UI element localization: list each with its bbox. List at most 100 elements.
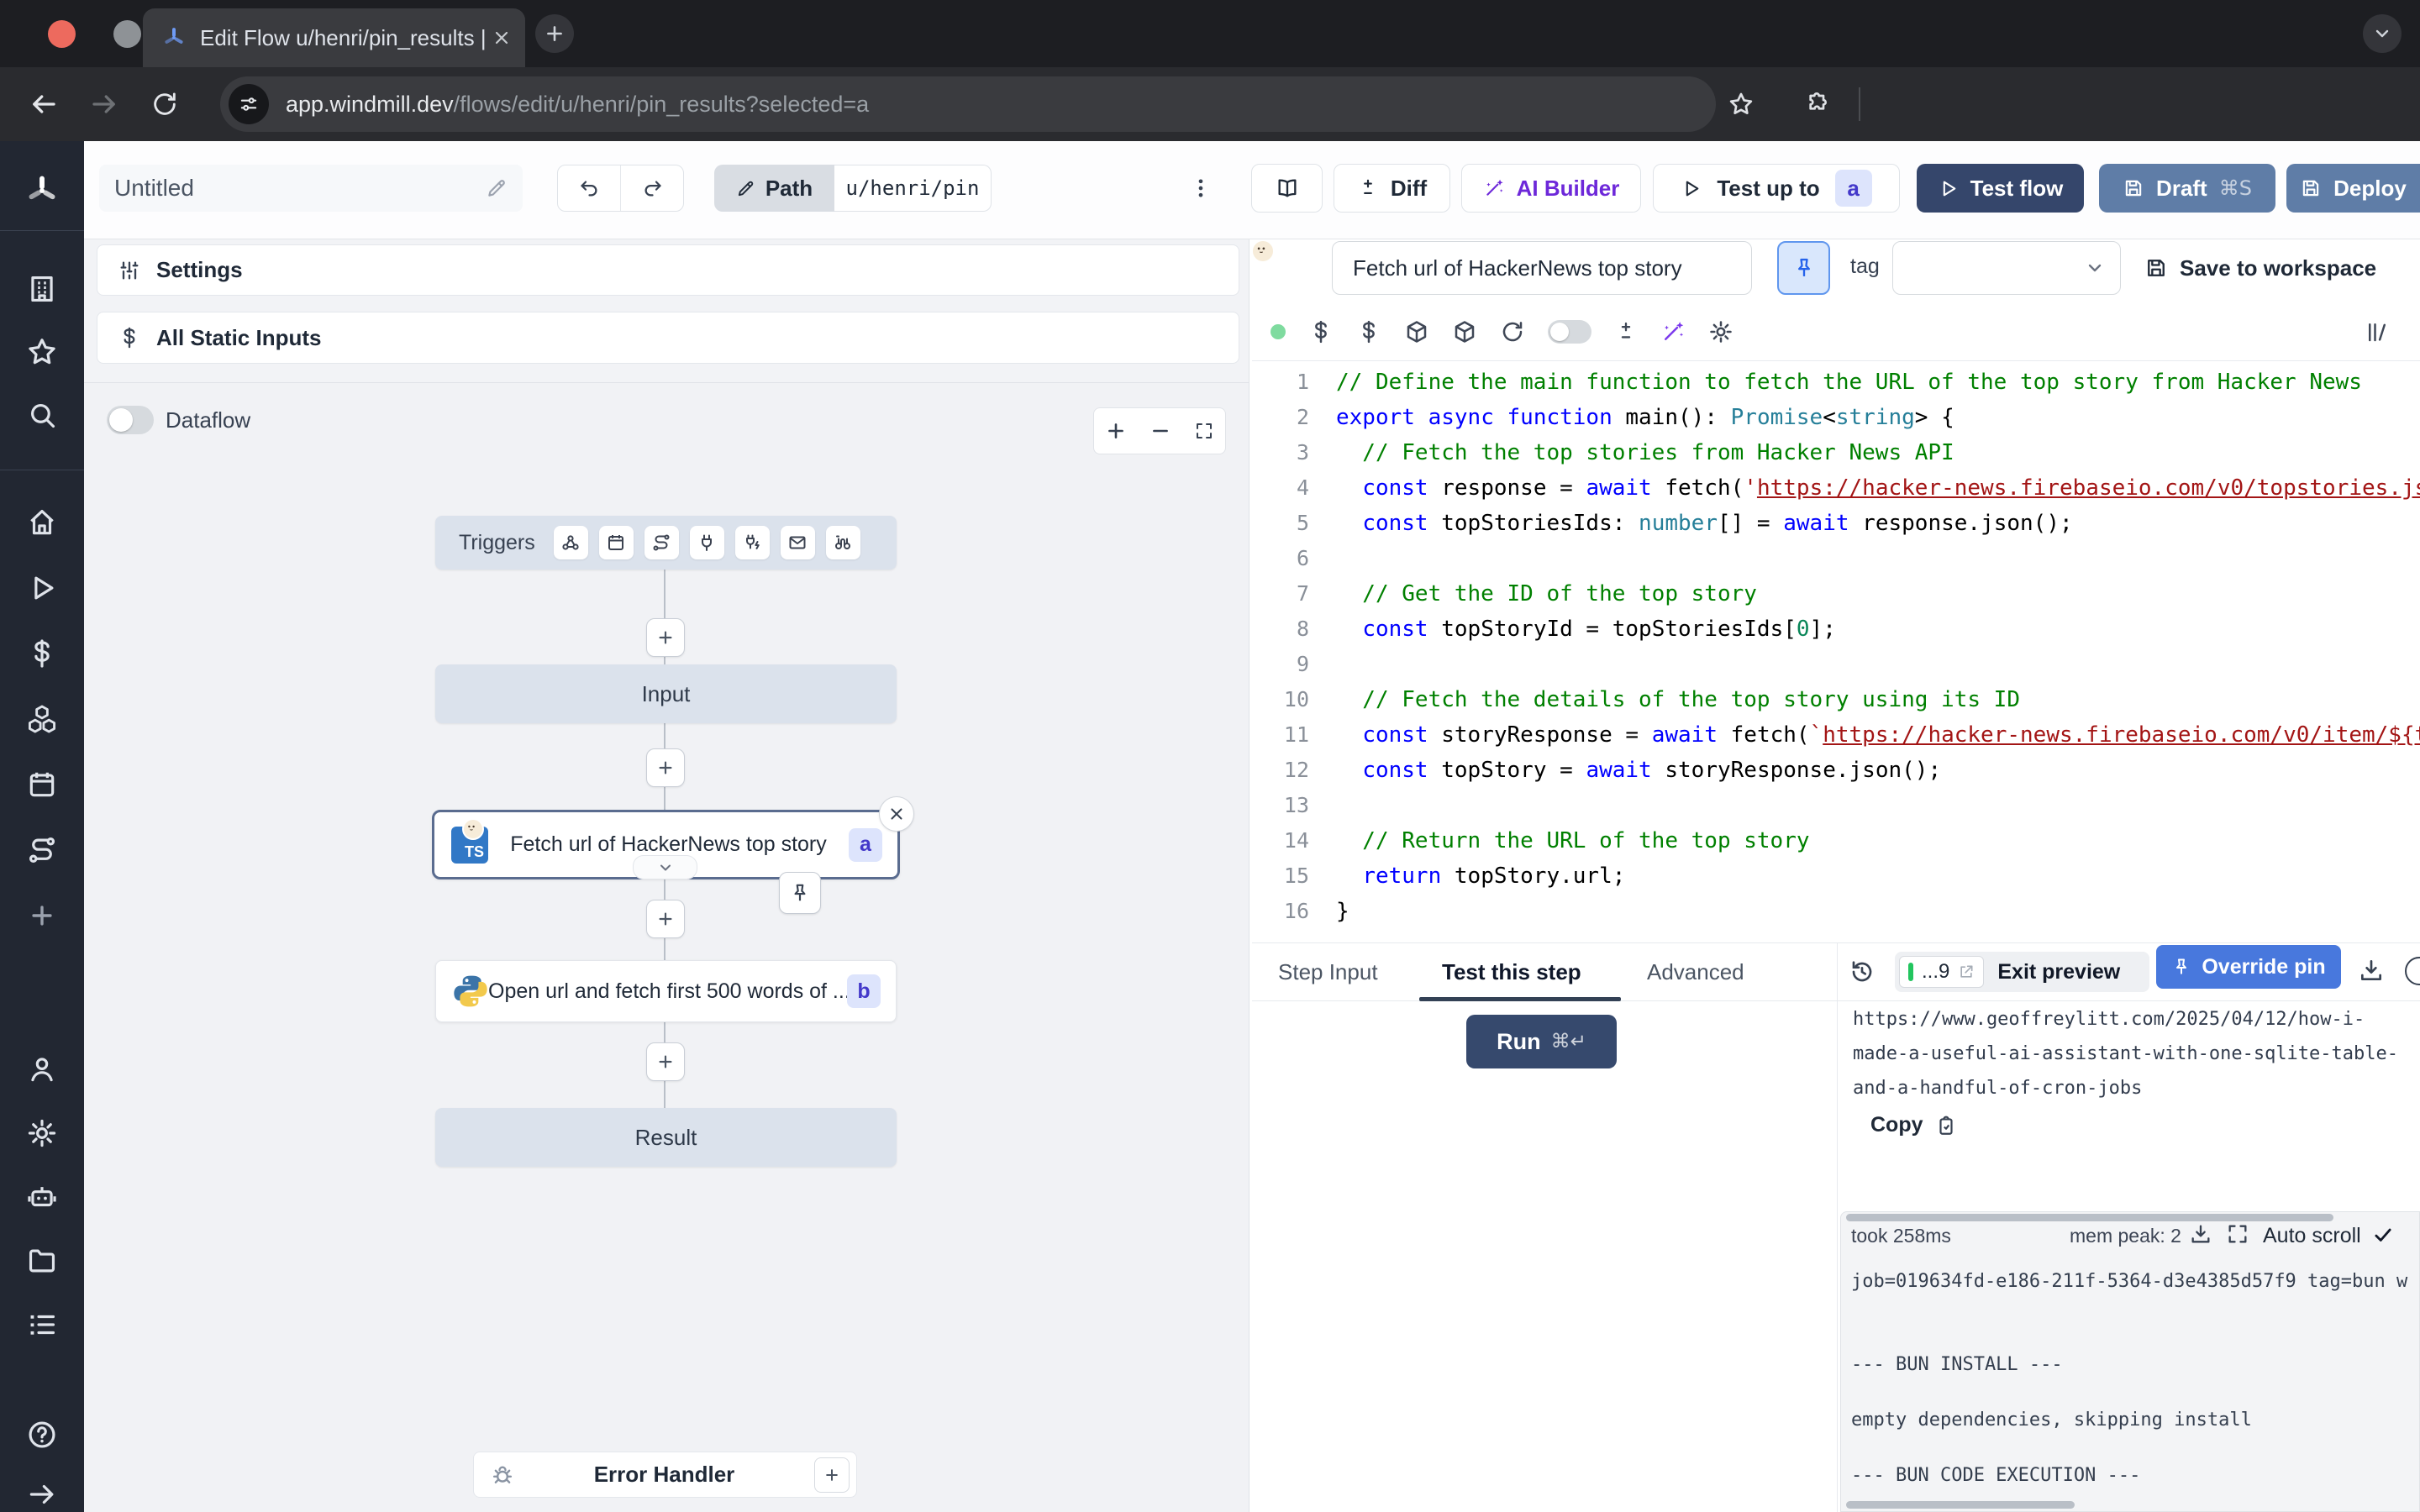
home-icon[interactable] xyxy=(25,506,59,539)
pinned-result-badge[interactable] xyxy=(779,872,821,914)
log-bottom-scrollbar[interactable] xyxy=(1846,1501,2075,1509)
step-node-b[interactable]: Open url and fetch first 500 words of ..… xyxy=(435,960,897,1022)
schedule-trigger-icon[interactable] xyxy=(599,526,634,559)
variables-icon[interactable] xyxy=(25,637,59,670)
triggers-node[interactable]: Triggers xyxy=(435,516,897,570)
traffic-light-close[interactable] xyxy=(48,20,76,48)
code-line[interactable]: 14 // Return the URL of the top story xyxy=(1252,823,2420,858)
help-icon[interactable] xyxy=(25,1418,59,1452)
draft-button[interactable]: Draft ⌘S xyxy=(2099,164,2275,213)
code-line[interactable]: 2export async function main(): Promise<s… xyxy=(1252,400,2420,435)
tab-test-this-step[interactable]: Test this step xyxy=(1442,943,1581,1002)
path-button[interactable]: Path xyxy=(714,165,834,212)
plug-trigger-icon[interactable] xyxy=(690,526,724,559)
diff-button[interactable]: Diff xyxy=(1334,164,1450,213)
zoom-out-icon[interactable] xyxy=(1150,420,1171,442)
result-node[interactable]: Result xyxy=(435,1108,897,1167)
code-line[interactable]: 3 // Fetch the top stories from Hacker N… xyxy=(1252,435,2420,470)
tab-search-button[interactable] xyxy=(2363,14,2402,53)
back-button[interactable] xyxy=(25,86,62,123)
route-trigger-icon[interactable] xyxy=(644,526,679,559)
job-badge[interactable]: ...9 xyxy=(1899,956,1984,988)
runs-icon[interactable] xyxy=(25,571,59,605)
more-options-button[interactable] xyxy=(1182,170,1219,207)
collapse-icon[interactable] xyxy=(25,1478,59,1511)
error-handler-node[interactable]: Error Handler xyxy=(473,1452,857,1498)
zoom-in-icon[interactable] xyxy=(1105,420,1127,442)
reload-deps-icon[interactable] xyxy=(1500,319,1525,344)
flow-canvas[interactable]: Dataflow Triggers Input TS xyxy=(84,382,1249,1512)
lockfile-icon[interactable] xyxy=(1452,319,1477,344)
lang-indicator-icon[interactable] xyxy=(1270,324,1286,339)
editor-settings-icon[interactable] xyxy=(1708,319,1733,344)
collapse-step-button[interactable] xyxy=(633,855,697,879)
code-line[interactable]: 13 xyxy=(1252,788,2420,823)
code-line[interactable]: 15 return topStory.url; xyxy=(1252,858,2420,894)
reload-button[interactable] xyxy=(146,86,183,123)
add-resource-icon[interactable] xyxy=(1356,319,1381,344)
workspace-icon[interactable] xyxy=(25,272,59,306)
auto-scroll-checkbox[interactable] xyxy=(2372,1224,2394,1246)
address-bar[interactable]: app.windmill.dev/flows/edit/u/henri/pin_… xyxy=(220,76,1716,132)
code-line[interactable]: 11 const storyResponse = await fetch(`ht… xyxy=(1252,717,2420,753)
add-error-handler-button[interactable] xyxy=(814,1457,850,1493)
script-history-icon[interactable] xyxy=(2365,319,2390,344)
traffic-light-minimize[interactable] xyxy=(113,20,141,48)
search-icon[interactable] xyxy=(25,398,59,432)
create-icon[interactable] xyxy=(25,899,59,932)
code-line[interactable]: 4 const response = await fetch('https://… xyxy=(1252,470,2420,506)
external-link-icon[interactable] xyxy=(1958,963,1975,980)
code-line[interactable]: 10 // Fetch the details of the top story… xyxy=(1252,682,2420,717)
extensions-icon[interactable] xyxy=(1798,86,1835,123)
test-flow-button[interactable]: Test flow xyxy=(1917,164,2084,213)
save-to-workspace-button[interactable]: Save to workspace xyxy=(2144,241,2376,295)
flow-settings-row[interactable]: Settings xyxy=(97,244,1239,296)
exit-preview-button[interactable]: Exit preview xyxy=(1997,960,2120,984)
code-line[interactable]: 8 const topStoryId = topStoriesIds[0]; xyxy=(1252,612,2420,647)
download-result-button[interactable] xyxy=(2358,957,2385,984)
all-static-inputs-row[interactable]: All Static Inputs xyxy=(97,312,1239,364)
resources-icon[interactable] xyxy=(25,702,59,736)
dataflow-toggle[interactable] xyxy=(107,406,154,434)
logs-icon[interactable] xyxy=(25,1308,59,1341)
folders-icon[interactable] xyxy=(25,1244,59,1278)
docs-button[interactable] xyxy=(1251,164,1323,213)
forward-button[interactable] xyxy=(86,86,123,123)
log-horizontal-scrollbar[interactable] xyxy=(1846,1214,2333,1221)
code-line[interactable]: 7 // Get the ID of the top story xyxy=(1252,576,2420,612)
redo-button[interactable] xyxy=(621,177,683,200)
test-up-to-button[interactable]: Test up to a xyxy=(1653,164,1900,213)
log-output[interactable]: job=019634fd-e186-211f-5364-d3e4385d57f9… xyxy=(1851,1268,2417,1489)
code-editor[interactable]: 1// Define the main function to fetch th… xyxy=(1252,361,2420,942)
deploy-button[interactable]: Deploy xyxy=(2286,164,2420,213)
poll-trigger-icon[interactable] xyxy=(826,526,860,559)
webhook-trigger-icon[interactable] xyxy=(554,526,588,559)
download-logs-button[interactable] xyxy=(2189,1222,2212,1246)
users-icon[interactable] xyxy=(25,1053,59,1086)
tab-close-icon[interactable] xyxy=(492,28,512,48)
code-line[interactable]: 12 const topStory = await storyResponse.… xyxy=(1252,753,2420,788)
flow-name-field[interactable]: Untitled xyxy=(99,165,523,212)
tab-advanced[interactable]: Advanced xyxy=(1647,943,1744,1002)
explore-deps-icon[interactable] xyxy=(1404,319,1429,344)
tab-step-input[interactable]: Step Input xyxy=(1278,943,1378,1002)
history-button[interactable] xyxy=(1845,955,1879,989)
expand-logs-button[interactable] xyxy=(2226,1222,2249,1246)
override-pin-button[interactable]: Override pin xyxy=(2156,945,2341,989)
site-info-icon[interactable] xyxy=(229,84,269,124)
kafka-trigger-icon[interactable] xyxy=(735,526,770,559)
favorites-icon[interactable] xyxy=(25,335,59,369)
copy-result-button[interactable]: Copy xyxy=(1870,1113,1957,1137)
diff-toggle-icon[interactable] xyxy=(1548,320,1591,344)
test-up-to-step-badge[interactable]: a xyxy=(1835,170,1872,207)
code-line[interactable]: 16} xyxy=(1252,894,2420,929)
add-step-button[interactable] xyxy=(646,1042,685,1081)
ai-gen-icon[interactable] xyxy=(1660,319,1686,344)
bookmark-star-icon[interactable] xyxy=(1723,86,1760,123)
code-line[interactable]: 5 const topStoriesIds: number[] = await … xyxy=(1252,506,2420,541)
add-step-button[interactable] xyxy=(646,618,685,657)
mail-trigger-icon[interactable] xyxy=(781,526,815,559)
schedules-icon[interactable] xyxy=(25,768,59,801)
input-node[interactable]: Input xyxy=(435,664,897,723)
undo-button[interactable] xyxy=(558,177,620,200)
